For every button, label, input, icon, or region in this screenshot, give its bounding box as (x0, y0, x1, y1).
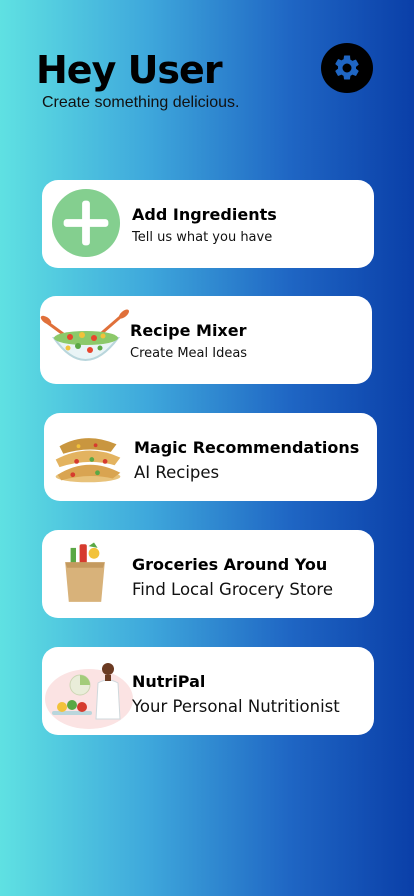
card-description: AI Recipes (134, 463, 220, 482)
card-title: Groceries Around You (132, 555, 328, 574)
add-ingredients-card[interactable]: Add Ingredients Tell us what you have (42, 180, 374, 268)
card-description: Find Local Grocery Store (132, 580, 333, 599)
card-title: Recipe Mixer (130, 321, 247, 340)
greeting-title: Hey User (36, 48, 223, 92)
grocery-bag-icon (65, 542, 105, 602)
greeting-subtitle: Create something delicious. (42, 94, 240, 111)
nutritionist-icon (45, 663, 133, 729)
quesadilla-icon (55, 438, 121, 483)
groceries-around-you-card[interactable]: Groceries Around You Find Local Grocery … (42, 530, 374, 618)
card-description: Create Meal Ideas (130, 346, 248, 361)
magic-recommendations-card[interactable]: Magic Recommendations AI Recipes (44, 413, 377, 501)
card-description: Tell us what you have (132, 230, 273, 245)
card-description: Your Personal Nutritionist (132, 697, 340, 716)
nutripal-card[interactable]: NutriPal Your Personal Nutritionist (42, 647, 374, 735)
card-title: Add Ingredients (132, 205, 277, 224)
settings-button[interactable] (321, 43, 373, 93)
plus-icon (51, 188, 121, 258)
gear-icon (335, 55, 359, 80)
card-title: Magic Recommendations (134, 438, 360, 457)
recipe-mixer-card[interactable]: Recipe Mixer Create Meal Ideas (40, 296, 372, 384)
salad-bowl-icon (40, 309, 129, 361)
card-title: NutriPal (132, 672, 206, 691)
